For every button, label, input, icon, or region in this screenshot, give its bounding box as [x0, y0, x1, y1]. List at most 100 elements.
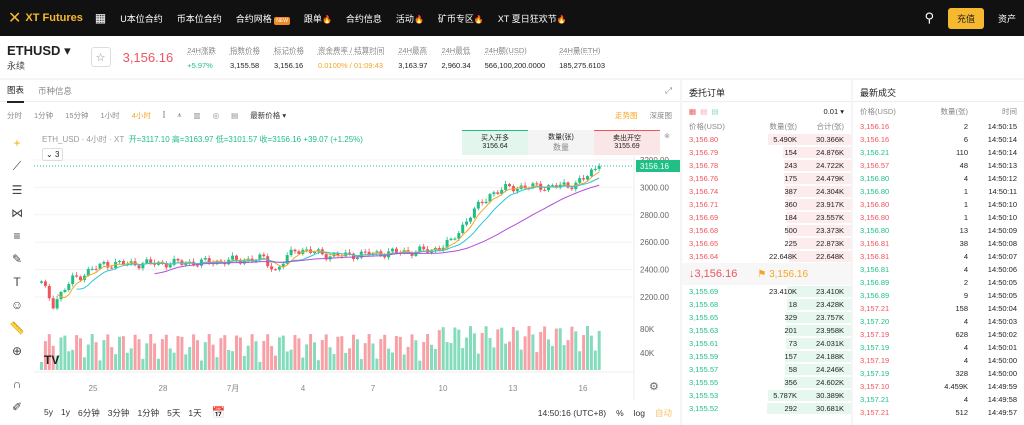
order-total: 23.410K — [816, 287, 844, 296]
interval-2[interactable]: 15分钟 — [65, 110, 88, 121]
order-row[interactable]: 3,156.74 387 24.304K — [682, 185, 851, 198]
assets-menu[interactable]: 资产 — [998, 12, 1016, 25]
quantity-input[interactable]: 数量(张) 数量 — [528, 130, 594, 155]
text-icon[interactable]: T — [13, 275, 20, 289]
candle-type-icon[interactable]: ⫿ — [163, 110, 165, 120]
auto-toggle[interactable]: 自动 — [655, 407, 672, 419]
order-row[interactable]: 3,155.68 18 23.428K — [682, 298, 851, 311]
nav-info[interactable]: 合约信息 — [346, 12, 382, 25]
range-1[interactable]: 1y — [61, 407, 70, 419]
order-row[interactable]: 3,156.69 184 23.557K — [682, 211, 851, 224]
percent-toggle[interactable]: % — [616, 408, 624, 418]
fib-icon[interactable]: ≡ — [13, 229, 20, 243]
search-icon[interactable]: ⚲ — [924, 10, 934, 26]
volume-bar — [192, 334, 196, 370]
emoji-icon[interactable]: ☺ — [11, 298, 23, 312]
nav-summer[interactable]: XT 夏日狂欢节🔥 — [498, 12, 567, 25]
order-row[interactable]: 3,156.64 22.648K 22.648K — [682, 250, 851, 263]
quick-trade: 买入开多 3156.64 数量(张) 数量 卖出开空 3155.69 ⊗ — [462, 130, 674, 155]
indicators-icon[interactable]: ⩚ — [177, 110, 181, 120]
log-toggle[interactable]: log — [634, 408, 645, 418]
order-row[interactable]: 3,156.78 243 24.722K — [682, 159, 851, 172]
interval-3[interactable]: 1小时 — [101, 110, 120, 121]
nav-mining[interactable]: 矿币专区🔥 — [438, 12, 484, 25]
order-row[interactable]: 3,156.76 175 24.479K — [682, 172, 851, 185]
order-row[interactable]: 3,155.63 201 23.958K — [682, 324, 851, 337]
order-row[interactable]: 3,156.65 225 22.873K — [682, 237, 851, 250]
layout-asks-icon[interactable]: ▤ — [700, 107, 707, 116]
order-row[interactable]: 3,155.55 356 24.602K — [682, 376, 851, 389]
layout-both-icon[interactable]: ▦ — [689, 107, 696, 116]
sell-short-button[interactable]: 卖出开空 3155.69 — [594, 130, 660, 155]
nav-coin-futures[interactable]: 币本位合约 — [177, 12, 222, 25]
order-row[interactable]: 3,156.80 5.490K 30.366K — [682, 133, 851, 146]
magnet-icon[interactable]: ∩ — [13, 377, 22, 391]
nav-usdt-futures[interactable]: U本位合约 — [120, 12, 163, 25]
brush-icon[interactable]: ✎ — [12, 252, 22, 266]
date-tick: 4 — [301, 384, 306, 393]
horizontal-lines-icon[interactable]: ☰ — [12, 183, 23, 197]
fullscreen-icon[interactable]: ⤢ — [665, 85, 672, 96]
nav-activity[interactable]: 活动🔥 — [396, 12, 424, 25]
view-trend[interactable]: 走势图 — [615, 110, 638, 121]
buy-long-button[interactable]: 买入开多 3156.64 — [462, 130, 528, 155]
pencil-lock-icon[interactable]: ✐ — [12, 400, 22, 414]
volume-bar — [476, 353, 480, 370]
volume-tick: 40K — [640, 349, 655, 358]
tab-chart[interactable]: 图表 — [7, 79, 25, 103]
interval-1[interactable]: 1分钟 — [34, 110, 53, 121]
layout-bids-icon[interactable]: ▤ — [712, 107, 719, 116]
candle — [535, 183, 539, 185]
trade-qty: 4 — [963, 395, 968, 404]
order-row[interactable]: 3,156.79 154 24.876K — [682, 146, 851, 159]
trade-row: 3,156.80 1 14:50:10 — [853, 211, 1024, 224]
zoom-in-icon[interactable]: ⊕ — [12, 344, 22, 358]
trend-line-icon[interactable]: ⟋ — [13, 159, 21, 174]
bar-chart-icon[interactable]: ▥ — [194, 111, 201, 120]
date-range-icon[interactable]: 📅 — [212, 406, 226, 419]
candle — [102, 261, 106, 264]
volume-bar — [441, 327, 445, 370]
deposit-button[interactable]: 充值 — [947, 7, 984, 29]
precision-select[interactable]: 0.01 ▾ — [824, 107, 844, 116]
range-2[interactable]: 6分钟 — [78, 407, 100, 419]
brand-logo[interactable]: ✕ XT Futures — [8, 8, 83, 28]
order-row[interactable]: 3,156.71 360 23.917K — [682, 198, 851, 211]
range-5[interactable]: 5天 — [167, 407, 180, 419]
close-icon[interactable]: ⊗ — [660, 130, 674, 155]
camera-icon[interactable]: ◎ — [213, 111, 220, 120]
crosshair-icon[interactable]: + — [13, 136, 20, 150]
range-6[interactable]: 1天 — [188, 407, 201, 419]
range-0[interactable]: 5y — [44, 407, 53, 419]
ruler-icon[interactable]: 📏 — [10, 321, 25, 335]
interval-0[interactable]: 分时 — [7, 110, 22, 121]
favorite-star-icon[interactable]: ☆ — [90, 47, 111, 67]
volume-bar — [180, 336, 184, 370]
interval-4[interactable]: 4小时 — [132, 110, 151, 121]
order-row[interactable]: 3,155.69 23.410K 23.410K — [682, 285, 851, 298]
pattern-icon[interactable]: ⋈ — [11, 206, 23, 220]
candle — [59, 291, 63, 300]
nav-copy[interactable]: 跟单🔥 — [304, 12, 332, 25]
price-type-select[interactable]: 最新价格 ▾ — [250, 110, 286, 121]
nav-grid[interactable]: 合约网格 NEW — [236, 12, 290, 25]
range-3[interactable]: 3分钟 — [108, 407, 130, 419]
candle — [168, 264, 172, 268]
tab-coin-info[interactable]: 币种信息 — [38, 85, 72, 97]
order-row[interactable]: 3,155.65 329 23.757K — [682, 311, 851, 324]
volume-bar — [394, 336, 398, 370]
indicator-toggle[interactable]: ⌄ 3 — [42, 148, 64, 161]
order-row[interactable]: 3,155.61 73 24.031K — [682, 337, 851, 350]
price-chart[interactable]: 3200.003000.002800.002600.002400.002200.… — [34, 128, 680, 400]
order-row[interactable]: 3,155.52 292 30.681K — [682, 402, 851, 415]
volume-bar — [40, 362, 43, 370]
view-depth[interactable]: 深度图 — [650, 110, 673, 121]
order-row[interactable]: 3,155.59 157 24.188K — [682, 350, 851, 363]
order-row[interactable]: 3,155.53 5.787K 30.389K — [682, 389, 851, 402]
range-4[interactable]: 1分钟 — [137, 407, 159, 419]
order-row[interactable]: 3,156.68 500 23.373K — [682, 224, 851, 237]
notes-icon[interactable]: ▤ — [231, 111, 238, 120]
symbol-selector[interactable]: ETHUSD ▾ 永续 — [7, 43, 71, 72]
apps-icon[interactable]: ▦ — [95, 11, 106, 25]
order-row[interactable]: 3,155.57 58 24.246K — [682, 363, 851, 376]
